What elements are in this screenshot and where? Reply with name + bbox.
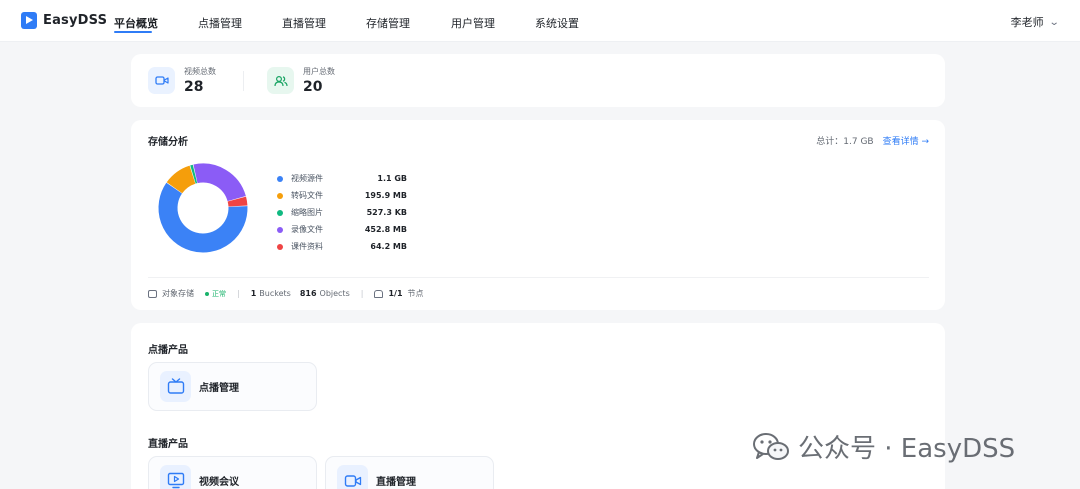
storage-footer: 对象存储 正常 | 1 Buckets 816 Objects | 1/1 节点	[148, 288, 424, 299]
product-label: 直播管理	[376, 477, 416, 488]
app-name: EasyDSS	[43, 13, 108, 28]
wechat-watermark: 公众号 · EasyDSS	[752, 428, 1015, 465]
product-vod-management[interactable]: 点播管理	[148, 362, 317, 411]
objects-count: 816	[299, 289, 317, 298]
storage-total-label: 总计：1.7 GB	[816, 137, 874, 147]
nav-item-overview[interactable]: 平台概览	[114, 15, 158, 31]
legend-dot	[277, 175, 283, 182]
legend-label: 视频源件	[291, 174, 323, 183]
vod-section-title: 点播产品	[148, 345, 188, 356]
user-name: 李老师	[1010, 16, 1044, 29]
divider	[148, 277, 929, 278]
product-live-management[interactable]: 直播管理	[325, 456, 494, 489]
nav-item-users[interactable]: 用户管理	[451, 15, 495, 31]
stat-value: 20	[303, 79, 323, 95]
buckets-count: 1	[250, 289, 257, 298]
storage-icon	[148, 289, 157, 298]
product-label: 视频会议	[199, 477, 239, 488]
user-menu[interactable]: 李老师 ⌄	[1010, 14, 1060, 30]
watermark-text: 公众号 · EasyDSS	[798, 434, 1016, 464]
stat-label: 视频总数	[184, 67, 216, 76]
legend-item: 缩略图片 527.3 KB	[277, 204, 407, 221]
legend-item: 视频源件 1.1 GB	[277, 170, 407, 187]
legend-label: 课件资料	[291, 242, 323, 251]
legend-item: 转码文件 195.9 MB	[277, 187, 407, 204]
storage-legend: 视频源件 1.1 GB 转码文件 195.9 MB 缩略图片 527.3 KB 录像文件 45…	[277, 170, 407, 255]
product-video-conference[interactable]: 视频会议	[148, 456, 317, 489]
nav-active-indicator	[114, 31, 152, 33]
storage-analysis-card: 存储分析 总计：1.7 GB 查看详情 → 视频源件 1.1 GB 转码文件 195.…	[131, 120, 945, 310]
buckets-label: Buckets	[259, 289, 291, 298]
legend-item: 录像文件 452.8 MB	[277, 221, 407, 238]
nav-item-settings[interactable]: 系统设置	[535, 15, 579, 31]
storage-title: 存储分析	[148, 137, 188, 148]
legend-label: 转码文件	[291, 191, 323, 200]
donut-slice	[190, 164, 198, 184]
legend-item: 课件资料 64.2 MB	[277, 238, 407, 255]
legend-dot	[277, 226, 283, 233]
storage-donut-chart	[158, 163, 248, 253]
top-navbar: EasyDSS 平台概览 点播管理 直播管理 存储管理 用户管理 系统设置 李老…	[0, 0, 1080, 42]
separator: |	[360, 289, 364, 298]
users-icon	[267, 67, 294, 94]
stat-video-total: 视频总数 28	[148, 66, 216, 95]
stat-value: 28	[184, 79, 204, 95]
donut-slice	[166, 165, 196, 194]
stat-divider	[243, 71, 244, 91]
donut-slice	[227, 196, 248, 207]
logo-play-icon	[21, 12, 37, 29]
legend-dot	[277, 209, 283, 216]
legend-value: 452.8 MB	[364, 225, 407, 234]
chevron-down-icon: ⌄	[1048, 16, 1060, 28]
app-logo[interactable]: EasyDSS	[21, 12, 107, 29]
legend-value: 527.3 KB	[366, 208, 407, 217]
legend-value: 195.9 MB	[364, 191, 407, 200]
storage-total: 总计：1.7 GB 查看详情 →	[816, 134, 929, 147]
nav-item-storage[interactable]: 存储管理	[366, 15, 410, 31]
wechat-icon	[753, 432, 789, 460]
separator: |	[237, 289, 240, 298]
legend-value: 64.2 MB	[370, 242, 407, 251]
video-camera-icon	[337, 465, 368, 489]
product-label: 点播管理	[199, 383, 239, 394]
storage-type: 对象存储	[162, 289, 194, 298]
legend-label: 录像文件	[291, 225, 323, 234]
objects-label: Objects	[319, 289, 350, 298]
legend-dot	[277, 192, 283, 199]
legend-value: 1.1 GB	[377, 174, 407, 183]
tv-icon	[160, 371, 191, 402]
nav-item-vod[interactable]: 点播管理	[198, 15, 242, 31]
server-node-icon	[374, 289, 384, 298]
nav-item-live[interactable]: 直播管理	[282, 15, 326, 31]
stat-label: 用户总数	[303, 67, 335, 76]
status-dot	[205, 291, 209, 296]
stats-card: 视频总数 28 用户总数 20	[131, 54, 945, 107]
live-section-title: 直播产品	[148, 439, 188, 450]
legend-label: 缩略图片	[291, 208, 323, 217]
nodes-label: 节点	[407, 289, 424, 298]
donut-slice	[193, 163, 246, 202]
monitor-play-icon	[160, 465, 191, 489]
status-badge: 正常	[212, 289, 226, 298]
nodes-count: 1/1	[388, 289, 403, 298]
legend-dot	[277, 243, 283, 250]
video-camera-icon	[148, 67, 175, 94]
view-details-link[interactable]: 查看详情 →	[883, 134, 929, 147]
stat-user-total: 用户总数 20	[267, 66, 335, 95]
